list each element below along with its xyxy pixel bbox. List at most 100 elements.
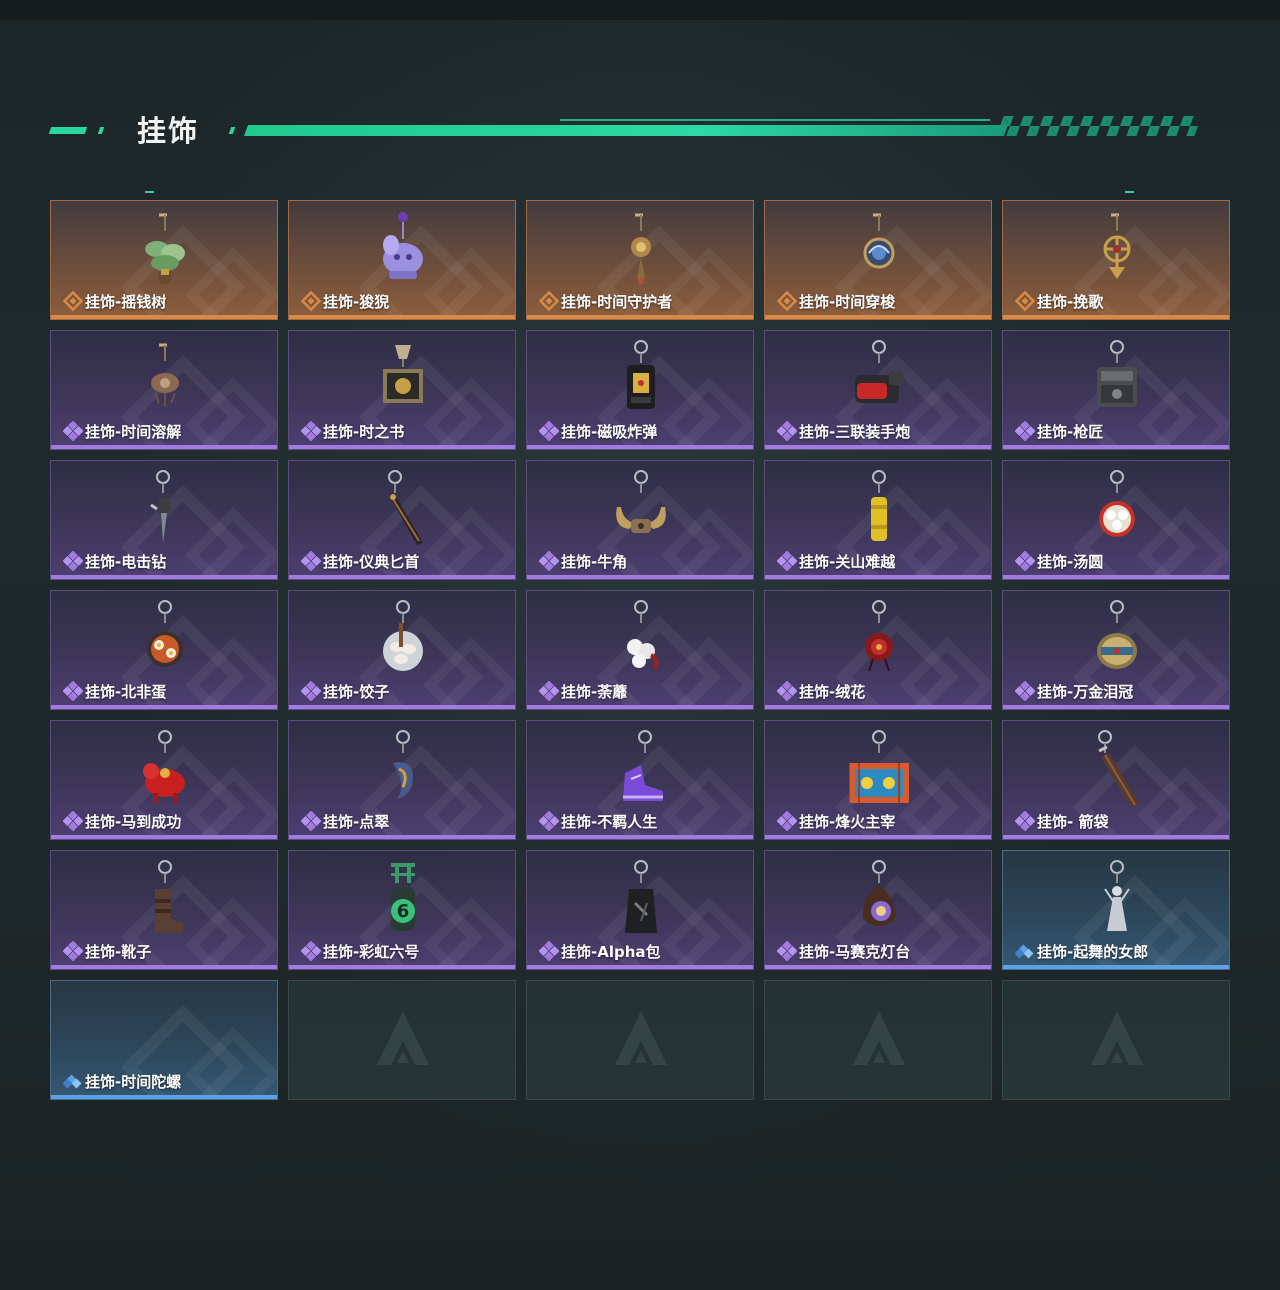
item-card[interactable]: 挂饰-马赛克灯台 xyxy=(764,850,992,970)
rarity-underline xyxy=(1003,575,1229,579)
item-card[interactable]: 挂饰-时间穿梭 xyxy=(764,200,992,320)
purple-rarity-icon xyxy=(1015,421,1035,441)
item-label-row: 挂饰-饺子 xyxy=(301,681,389,701)
time-guardian-icon xyxy=(611,209,671,293)
header-accent-left-small xyxy=(97,127,105,134)
hand-cannon-icon xyxy=(849,339,909,423)
item-card[interactable]: 挂饰- 箭袋 xyxy=(1002,720,1230,840)
item-name: 挂饰-时间守护者 xyxy=(561,292,673,311)
item-name: 挂饰-牛角 xyxy=(561,552,628,571)
purple-rarity-icon xyxy=(539,421,559,441)
item-name: 挂饰-时之书 xyxy=(323,422,405,441)
purple-rarity-icon xyxy=(301,941,321,961)
shakshuka-icon xyxy=(135,599,195,683)
item-card[interactable]: 挂饰-时间溶解 xyxy=(50,330,278,450)
item-card[interactable]: 挂饰-时间守护者 xyxy=(526,200,754,320)
item-name: 挂饰-烽火主宰 xyxy=(799,812,896,831)
rarity-underline xyxy=(51,1095,277,1099)
item-card[interactable]: 挂饰-绒花 xyxy=(764,590,992,710)
rarity-underline xyxy=(289,705,515,709)
grid-tick-left xyxy=(145,191,154,193)
rarity-underline xyxy=(51,965,277,969)
item-card[interactable]: 挂饰-烽火主宰 xyxy=(764,720,992,840)
item-label-row: 挂饰-北非蛋 xyxy=(63,681,166,701)
item-card[interactable]: 挂饰-北非蛋 xyxy=(50,590,278,710)
item-card[interactable]: 挂饰-枪匠 xyxy=(1002,330,1230,450)
header-accent-left xyxy=(48,127,88,134)
drill-icon xyxy=(135,469,195,553)
item-name: 挂饰-三联装手炮 xyxy=(799,422,911,441)
item-card[interactable]: 挂饰-仪典匕首 xyxy=(288,460,516,580)
item-name: 挂饰-荼蘼 xyxy=(561,682,628,701)
rarity-underline xyxy=(527,705,753,709)
rarity-underline xyxy=(51,705,277,709)
item-label-row: 挂饰-绒花 xyxy=(777,681,865,701)
item-card[interactable]: 挂饰-起舞的女郎 xyxy=(1002,850,1230,970)
item-card[interactable]: 挂饰-时之书 xyxy=(288,330,516,450)
purple-rarity-icon xyxy=(539,681,559,701)
item-card[interactable]: 挂饰-万金泪冠 xyxy=(1002,590,1230,710)
item-name: 挂饰-关山难越 xyxy=(799,552,896,571)
item-card[interactable]: 挂饰-挽歌 xyxy=(1002,200,1230,320)
item-card[interactable]: 挂饰-电击钻 xyxy=(50,460,278,580)
purple-rarity-icon xyxy=(777,421,797,441)
gold-rarity-icon xyxy=(539,291,559,311)
quiver-icon xyxy=(1087,729,1147,813)
item-card[interactable]: 挂饰-汤圆 xyxy=(1002,460,1230,580)
rarity-underline xyxy=(1003,705,1229,709)
sneaker-icon xyxy=(611,729,671,813)
item-card[interactable]: 挂饰-三联装手炮 xyxy=(764,330,992,450)
item-name: 挂饰-点翠 xyxy=(323,812,390,831)
header-thin-line xyxy=(560,119,990,121)
rarity-underline xyxy=(765,965,991,969)
item-label-row: 挂饰-时之书 xyxy=(301,421,404,441)
dagger-icon xyxy=(373,469,433,553)
mosaic-lamp-icon xyxy=(849,859,909,943)
item-label-row: 挂饰-起舞的女郎 xyxy=(1015,941,1148,961)
grid-tick-right xyxy=(1125,191,1134,193)
kingfisher-icon xyxy=(373,729,433,813)
item-card[interactable]: 挂饰-时间陀螺 xyxy=(50,980,278,1100)
item-card[interactable]: 挂饰-荼蘼 xyxy=(526,590,754,710)
item-label-row: 挂饰-不羁人生 xyxy=(539,811,657,831)
item-label-row: 挂饰-万金泪冠 xyxy=(1015,681,1133,701)
item-name: 挂饰-时间穿梭 xyxy=(799,292,896,311)
item-name: 挂饰-电击钻 xyxy=(85,552,167,571)
item-card[interactable]: 挂饰-点翠 xyxy=(288,720,516,840)
item-card[interactable]: 挂饰-牛角 xyxy=(526,460,754,580)
item-card[interactable]: 挂饰-靴子 xyxy=(50,850,278,970)
brand-logo-icon xyxy=(1087,1005,1147,1075)
purple-rarity-icon xyxy=(63,811,83,831)
rarity-underline xyxy=(527,835,753,839)
dancer-icon xyxy=(1087,859,1147,943)
purple-rarity-icon xyxy=(301,421,321,441)
item-card[interactable]: 挂饰-摇钱树 xyxy=(50,200,278,320)
purple-rarity-icon xyxy=(301,811,321,831)
item-card[interactable]: 挂饰-狻猊 xyxy=(288,200,516,320)
rarity-underline xyxy=(527,965,753,969)
item-card[interactable]: 挂饰-Alpha包 xyxy=(526,850,754,970)
rarity-underline xyxy=(289,315,515,319)
item-label-row: 挂饰-时间穿梭 xyxy=(777,291,895,311)
item-label-row: 挂饰-时间溶解 xyxy=(63,421,181,441)
purple-rarity-icon xyxy=(777,941,797,961)
rarity-underline xyxy=(51,315,277,319)
item-label-row: 挂饰-Alpha包 xyxy=(539,941,661,961)
rarity-underline xyxy=(527,315,753,319)
item-label-row: 挂饰-仪典匕首 xyxy=(301,551,419,571)
boot-icon xyxy=(135,859,195,943)
item-card[interactable]: 挂饰-饺子 xyxy=(288,590,516,710)
item-card[interactable]: 挂饰-不羁人生 xyxy=(526,720,754,840)
rarity-underline xyxy=(1003,965,1229,969)
rarity-underline xyxy=(765,575,991,579)
rarity-underline xyxy=(1003,315,1229,319)
svg-text:6: 6 xyxy=(397,901,410,922)
item-card[interactable]: 挂饰-马到成功 xyxy=(50,720,278,840)
item-card[interactable]: 挂饰-关山难越 xyxy=(764,460,992,580)
item-card[interactable]: 挂饰-磁吸炸弹 xyxy=(526,330,754,450)
brand-logo-icon xyxy=(611,1005,671,1075)
purple-rarity-icon xyxy=(1015,681,1035,701)
item-card[interactable]: 6 挂饰-彩虹六号 xyxy=(288,850,516,970)
purple-rarity-icon xyxy=(777,811,797,831)
time-dissolve-icon xyxy=(135,339,195,423)
